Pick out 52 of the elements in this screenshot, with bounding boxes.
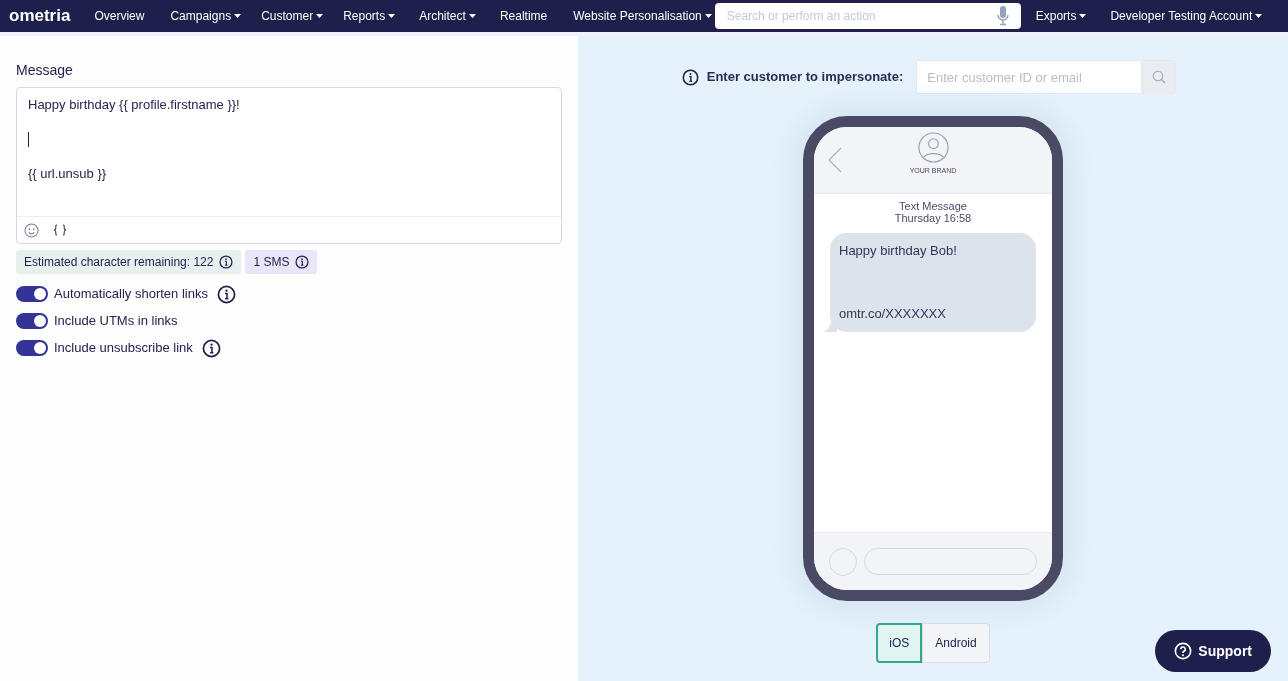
nav-menu-item[interactable]: Customer bbox=[261, 7, 324, 25]
toggle-switch[interactable] bbox=[16, 286, 48, 302]
toggle-label: Include unsubscribe link bbox=[54, 339, 193, 358]
message-editor[interactable]: Happy birthday {{ profile.firstname }}! {{ url.unsub }} bbox=[16, 87, 562, 244]
message-text: {{ url.unsub }} bbox=[28, 165, 108, 183]
caret-icon bbox=[704, 14, 712, 18]
nav-menu-item[interactable]: Reports bbox=[343, 7, 396, 25]
customer-search-field[interactable]: Enter customer ID or email bbox=[916, 60, 1143, 94]
nav-menu-item[interactable]: Campaigns bbox=[170, 7, 242, 25]
toggle-label: Automatically shorten links bbox=[54, 285, 208, 304]
back-icon[interactable] bbox=[828, 147, 842, 173]
caret-icon bbox=[1079, 14, 1087, 18]
info-icon bbox=[295, 255, 310, 269]
badge-text: Estimated character remaining: 122 bbox=[24, 254, 214, 271]
toggle-label: Include UTMs in links bbox=[54, 312, 178, 331]
user-avatar-icon bbox=[917, 132, 949, 163]
toggle-switch[interactable] bbox=[16, 313, 48, 329]
bubble-text: Happy birthday Bob! bbox=[839, 242, 958, 260]
logo[interactable]: ometria bbox=[9, 3, 71, 29]
caret-icon bbox=[316, 14, 324, 18]
message-text: Happy birthday {{ profile.firstname }}! bbox=[28, 96, 241, 114]
platform-tab[interactable]: iOS bbox=[876, 623, 923, 663]
platform-tab[interactable]: Android bbox=[922, 623, 990, 663]
support-button[interactable]: Support bbox=[1155, 630, 1271, 672]
info-icon bbox=[681, 68, 699, 86]
info-icon bbox=[201, 338, 221, 358]
nav-menu-item[interactable]: Developer Testing Account bbox=[1110, 7, 1263, 25]
nav-menu-item[interactable]: Exports bbox=[1035, 7, 1087, 25]
nav-menu-item[interactable]: Website Personalisation bbox=[573, 7, 712, 25]
nav-menu-item[interactable]: Realtime bbox=[499, 7, 548, 25]
emoji-icon[interactable] bbox=[24, 222, 39, 238]
search-field[interactable]: Search or perform an action bbox=[714, 3, 1021, 29]
bubble-text: omtr.co/XXXXXXX bbox=[839, 304, 947, 323]
nav-menu-item[interactable]: Overview bbox=[94, 7, 145, 25]
search-icon bbox=[1152, 70, 1167, 84]
help-icon bbox=[1174, 642, 1193, 660]
caret-icon bbox=[1255, 14, 1263, 18]
badge-text: 1 SMS bbox=[253, 254, 290, 271]
text-cursor bbox=[28, 132, 29, 147]
info-icon bbox=[219, 255, 234, 269]
info-icon bbox=[216, 284, 236, 304]
thread-title: Text Message bbox=[899, 200, 967, 212]
caret-icon bbox=[234, 14, 242, 18]
curly-braces-icon[interactable] bbox=[53, 224, 67, 236]
microphone-icon[interactable] bbox=[996, 6, 1009, 26]
caret-icon bbox=[388, 14, 396, 18]
caret-icon bbox=[468, 14, 476, 18]
field-label: Message bbox=[16, 61, 74, 80]
message-timestamp: Thursday 16:58 bbox=[894, 212, 972, 224]
nav-menu-item[interactable]: Architect bbox=[419, 7, 476, 25]
impersonate-label: Enter customer to impersonate: bbox=[706, 68, 904, 87]
toggle-switch[interactable] bbox=[16, 340, 48, 356]
